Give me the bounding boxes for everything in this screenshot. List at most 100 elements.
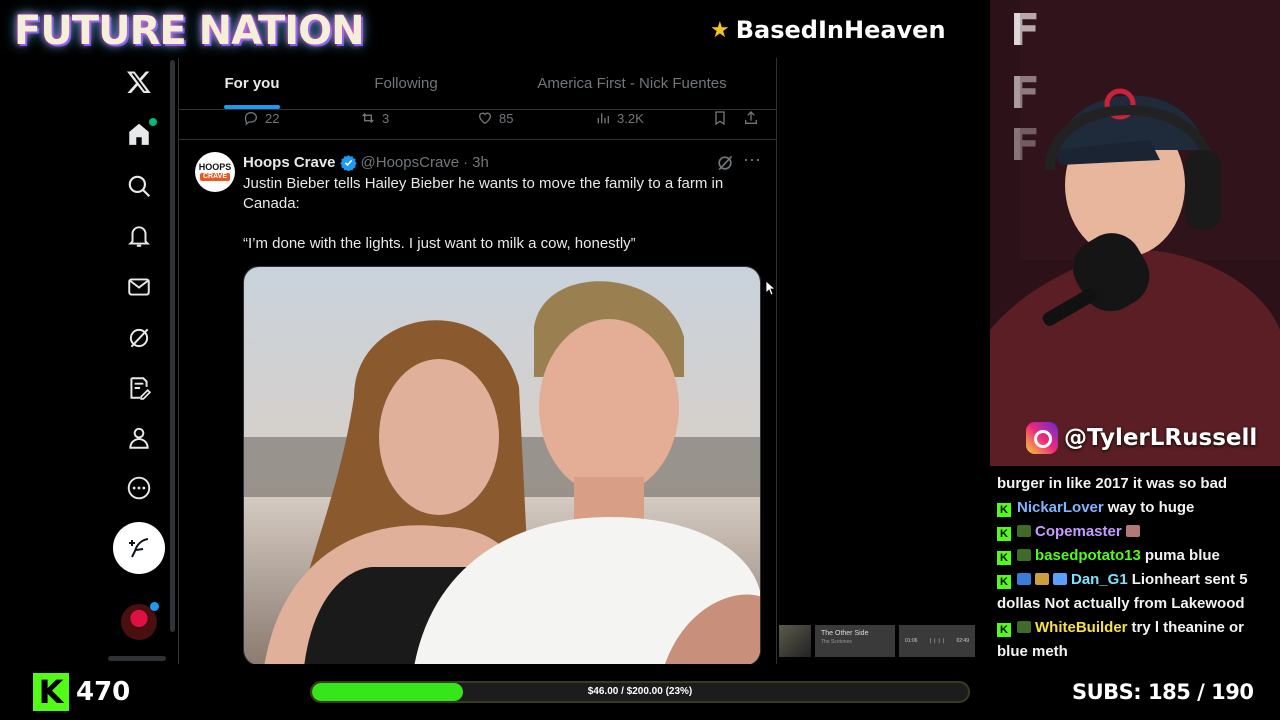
tweet-paragraph-1: Justin Bieber tells Hailey Bieber he wan… xyxy=(243,175,724,212)
timeline-tabs: For you Following America First - Nick F… xyxy=(179,58,776,110)
lists-icon[interactable] xyxy=(112,370,166,406)
x-logo-glyph xyxy=(126,71,151,94)
subs-label: SUBS: xyxy=(1072,680,1142,704)
views-button[interactable]: 3.2K xyxy=(595,108,644,128)
home-icon[interactable] xyxy=(112,116,166,152)
compose-post-button[interactable] xyxy=(113,522,165,574)
chat-message-text: puma blue xyxy=(1144,547,1220,564)
chat-message: K Copemaster xyxy=(997,520,1273,544)
bookmark-button[interactable] xyxy=(712,108,728,128)
x-logo-icon[interactable] xyxy=(112,64,166,100)
emote-icon xyxy=(1125,525,1140,537)
profile-icon[interactable] xyxy=(112,420,166,456)
album-art xyxy=(779,625,811,657)
subscriber-badge-icon xyxy=(1017,549,1031,561)
tweet-header: Hoops Crave @HoopsCrave · 3h xyxy=(243,152,489,172)
more-options-icon[interactable] xyxy=(112,470,166,506)
chat-message-text: way to huge xyxy=(1107,499,1195,516)
bookmark-icon xyxy=(715,111,725,126)
tab-america-first[interactable]: America First - Nick Fuentes xyxy=(487,58,776,109)
grok-icon[interactable] xyxy=(112,320,166,356)
kick-badge-icon: K xyxy=(997,623,1011,637)
webcam-scene-illustration: F F F xyxy=(990,0,1280,466)
chat-username[interactable]: WhiteBuilder xyxy=(1035,619,1128,636)
tweet-author-name[interactable]: Hoops Crave xyxy=(243,154,336,171)
streamer-webcam: F F F xyxy=(990,0,1280,466)
subscriber-badge-icon xyxy=(1017,525,1031,537)
avatar-logo-text-bottom: CRAVE xyxy=(200,173,230,181)
tweet[interactable]: HOOPS CRAVE Hoops Crave @HoopsCrave · 3h… xyxy=(179,140,776,664)
notification-dot xyxy=(149,118,157,126)
reply-count: 22 xyxy=(265,110,280,126)
messages-envelope-icon[interactable] xyxy=(112,269,166,305)
x-sidebar xyxy=(112,58,166,664)
featured-user-name: BasedInHeaven xyxy=(735,16,946,44)
tweet-author-avatar[interactable]: HOOPS CRAVE xyxy=(195,152,235,192)
envelope-glyph xyxy=(128,278,150,296)
tab-following[interactable]: Following xyxy=(325,58,487,109)
verified-badge-icon xyxy=(339,154,357,171)
share-button[interactable] xyxy=(743,108,759,128)
bell-glyph xyxy=(127,226,151,247)
track-total: 02:49 xyxy=(956,638,969,644)
chat-message: K WhiteBuilder try l theanine or blue meth xyxy=(997,616,1273,664)
more-dots-icon[interactable]: ⋯ xyxy=(741,151,763,173)
track-artist: The Scotones xyxy=(821,639,852,645)
grok-explain-icon[interactable] xyxy=(715,153,735,173)
chat-username[interactable]: Copemaster xyxy=(1035,523,1122,540)
timeline: For you Following America First - Nick F… xyxy=(178,58,777,664)
track-progress: 01:06 ❘❘❘❘ 02:49 xyxy=(899,625,975,657)
chat-username[interactable]: basedpotato13 xyxy=(1035,547,1141,564)
featured-user-label: ★ BasedInHeaven xyxy=(710,12,946,48)
search-icon[interactable] xyxy=(112,168,166,204)
badge-icon xyxy=(1017,573,1031,585)
track-info: The Other Side The Scotones xyxy=(815,625,895,657)
reply-button[interactable]: 22 xyxy=(243,108,279,128)
x-app-window: For you Following America First - Nick F… xyxy=(0,58,988,664)
sword-badge-icon xyxy=(1053,573,1067,585)
kick-logo-icon xyxy=(33,673,69,711)
kick-badge-icon: K xyxy=(997,527,1011,541)
heart-icon xyxy=(478,112,492,125)
like-count: 85 xyxy=(499,110,514,126)
couple-photo-illustration xyxy=(244,267,760,664)
share-icon xyxy=(745,111,757,124)
track-title: The Other Side xyxy=(821,630,869,637)
mouse-cursor-icon xyxy=(765,280,776,296)
more-circle-glyph xyxy=(127,476,151,500)
follower-count: 470 xyxy=(76,677,131,707)
subscriber-goal: SUBS: 185 / 190 xyxy=(1072,676,1254,708)
notifications-bell-icon[interactable] xyxy=(112,218,166,254)
tweet-paragraph-2: “I’m done with the lights. I just want t… xyxy=(243,235,636,252)
kick-badge-icon: K xyxy=(997,575,1011,589)
tweet-photo[interactable] xyxy=(243,266,761,664)
sidebar-scrollbar[interactable] xyxy=(170,60,175,632)
chat-username[interactable]: Dan_G1 xyxy=(1071,571,1128,588)
chat-message: burger in like 2017 it was so bad xyxy=(997,472,1273,496)
home-glyph xyxy=(129,123,149,145)
repost-button[interactable]: 3 xyxy=(360,108,389,128)
donation-goal-bar: $46.00 / $200.00 (23%) xyxy=(310,681,970,703)
views-chart-icon xyxy=(597,113,609,124)
stream-bottom-bar: 470 $46.00 / $200.00 (23%) SUBS: 185 / 1… xyxy=(0,664,1280,720)
kick-badge-icon: K xyxy=(997,551,1011,565)
track-elapsed: 01:06 xyxy=(905,638,918,644)
tab-for-you[interactable]: For you xyxy=(179,58,325,109)
stream-banner-title: FUTURE NATION xyxy=(14,8,365,54)
avatar-logo-text-top: HOOPS xyxy=(198,162,232,172)
tweet-timestamp[interactable]: 3h xyxy=(472,154,489,171)
grok-glyph xyxy=(129,328,149,348)
header-separator: · xyxy=(463,153,469,171)
tweet-author-handle[interactable]: @HoopsCrave xyxy=(361,154,460,171)
account-avatar[interactable] xyxy=(121,602,159,640)
view-count: 3.2K xyxy=(617,110,644,126)
chat-username[interactable]: NickarLover xyxy=(1017,499,1104,516)
gift-badge-icon xyxy=(1035,573,1049,585)
stream-chat: burger in like 2017 it was so bad K Nicka… xyxy=(990,470,1280,664)
feather-plus-icon xyxy=(129,538,149,558)
donation-goal-text: $46.00 / $200.00 (23%) xyxy=(587,686,693,697)
chat-message-text: burger in like 2017 it was so bad xyxy=(997,475,1228,492)
sidebar-horizontal-scrollbar[interactable] xyxy=(108,656,166,661)
chat-message: K Dan_G1 Lionheart sent 5 dollas Not actua… xyxy=(997,568,1273,616)
like-button[interactable]: 85 xyxy=(477,108,513,128)
